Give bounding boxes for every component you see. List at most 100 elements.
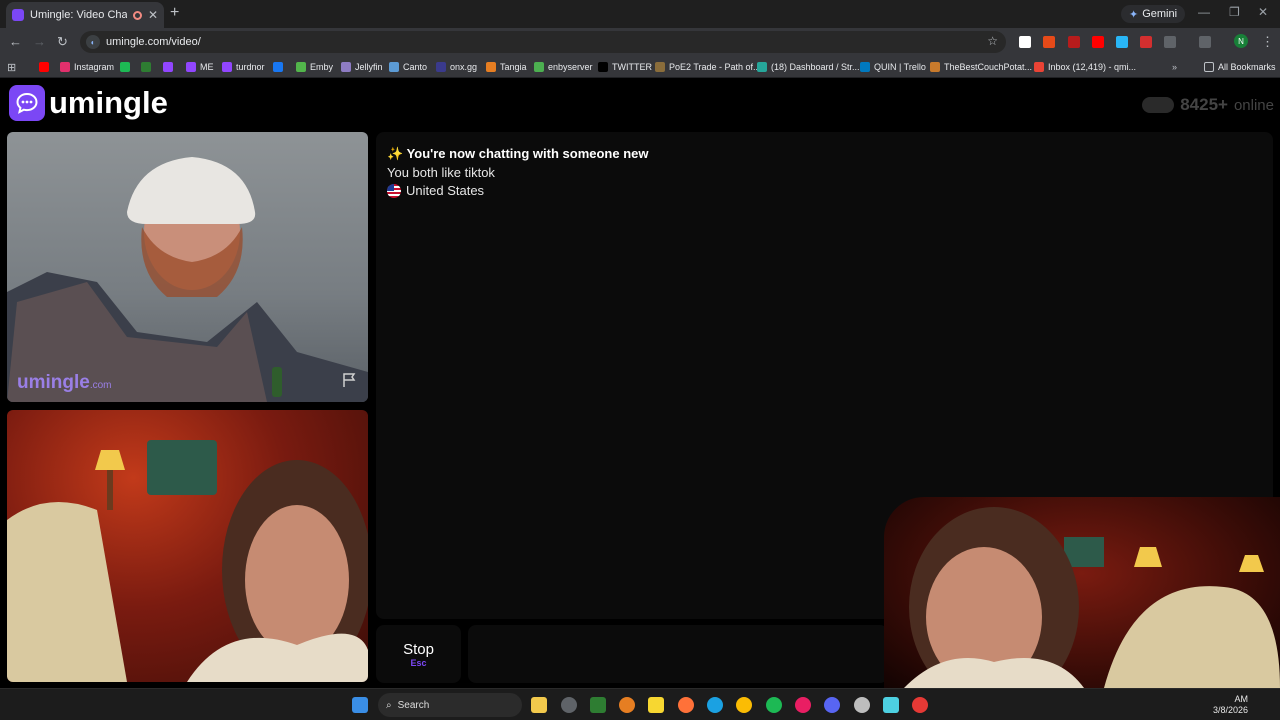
umingle-page: umingle 8425+ online umingle.com ✨ You'r… xyxy=(0,79,1280,688)
chrome-icon[interactable] xyxy=(736,697,752,713)
bookmark-item[interactable]: ME xyxy=(186,60,214,74)
online-label: online xyxy=(1233,96,1274,114)
bookmarks-overflow-icon[interactable]: » xyxy=(1172,60,1177,74)
brand-name: umingle xyxy=(49,85,168,120)
apps-grid-icon[interactable]: ⊞ xyxy=(7,60,16,74)
bookmark-favicon-icon xyxy=(60,62,70,72)
windows-start-icon[interactable] xyxy=(352,697,368,713)
browser-toolbar: ← → ↻ ◐ umingle.com/video/ ☆ ⋮ xyxy=(0,28,1280,56)
online-count: 8425+ xyxy=(1180,95,1228,114)
browser-tab[interactable]: Umingle: Video Chat with S ✕ xyxy=(6,2,164,28)
bookmark-favicon-icon xyxy=(389,62,399,72)
app-pink-icon[interactable] xyxy=(795,697,811,713)
side-panel-icon[interactable] xyxy=(1199,36,1211,48)
gemini-label: Gemini xyxy=(1142,8,1178,20)
app-orange-icon[interactable] xyxy=(619,697,635,713)
file-explorer-icon[interactable] xyxy=(531,697,547,713)
stop-label: Stop xyxy=(403,640,434,658)
spotify-icon[interactable] xyxy=(766,697,782,713)
bookmark-item[interactable]: Instagram xyxy=(60,60,114,74)
watermark-main: umingle xyxy=(17,372,90,393)
bookmark-item[interactable]: Canto xyxy=(389,60,427,74)
forward-icon[interactable]: → xyxy=(33,34,46,49)
taskbar-search[interactable]: ⌕ Search xyxy=(378,693,522,717)
bookmark-item[interactable]: onx.gg xyxy=(436,60,477,74)
bookmark-favicon-icon xyxy=(141,62,151,72)
extension-translate-icon[interactable] xyxy=(1116,36,1128,48)
notepad-icon[interactable] xyxy=(883,697,899,713)
edge-icon[interactable] xyxy=(707,697,723,713)
country-name: United States xyxy=(406,183,485,198)
online-counter: 8425+ online xyxy=(1142,95,1274,115)
minimize-icon[interactable]: — xyxy=(1198,5,1210,19)
bookmark-label: Jellyfin xyxy=(355,62,383,72)
restore-icon[interactable]: ❐ xyxy=(1229,5,1240,19)
bookmark-item[interactable]: Emby xyxy=(296,60,333,74)
bookmark-item[interactable] xyxy=(163,60,177,74)
stranger-country: United States xyxy=(387,183,484,198)
bookmark-label: Canto xyxy=(403,62,428,72)
app-red-icon[interactable] xyxy=(912,697,928,713)
extension-record-icon[interactable] xyxy=(1068,36,1080,48)
taskbar-clock[interactable]: AM 3/8/2026 xyxy=(1213,694,1248,716)
bookmark-label: Inbox (12,419) - qmi... xyxy=(1048,62,1137,72)
close-window-icon[interactable]: ✕ xyxy=(1258,5,1268,19)
bookmark-item[interactable]: TWITTER xyxy=(598,60,652,74)
new-tab-button[interactable]: + xyxy=(170,4,179,22)
bookmark-item[interactable]: Tangia xyxy=(486,60,527,74)
bookmark-item[interactable] xyxy=(120,60,134,74)
bookmark-favicon-icon xyxy=(296,62,306,72)
bookmark-item[interactable] xyxy=(141,60,155,74)
all-bookmarks-button[interactable]: All Bookmarks xyxy=(1204,60,1276,74)
stranger-video: umingle.com xyxy=(7,132,368,402)
media-app-icon[interactable] xyxy=(590,697,606,713)
bookmark-favicon-icon xyxy=(757,62,767,72)
bookmark-item[interactable]: Jellyfin xyxy=(341,60,383,74)
recording-indicator-icon xyxy=(132,10,142,20)
extension-fox-icon[interactable] xyxy=(1043,36,1055,48)
tab-close-icon[interactable]: ✕ xyxy=(148,8,158,22)
gemini-button[interactable]: ✦ Gemini xyxy=(1121,5,1186,23)
own-video xyxy=(7,410,368,682)
bookmark-item[interactable] xyxy=(273,60,287,74)
discord-icon[interactable] xyxy=(824,697,840,713)
extension-youtube-icon[interactable] xyxy=(1092,36,1104,48)
steam-icon[interactable] xyxy=(854,697,870,713)
umingle-logo[interactable]: umingle xyxy=(9,85,168,121)
bookmark-favicon-icon xyxy=(655,62,665,72)
back-icon[interactable]: ← xyxy=(9,34,22,49)
us-flag-icon xyxy=(387,183,401,198)
extension-red-icon[interactable] xyxy=(1140,36,1152,48)
online-toggle[interactable] xyxy=(1142,97,1175,113)
clock-time: AM xyxy=(1234,694,1249,704)
chrome-menu-icon[interactable]: ⋮ xyxy=(1261,34,1274,50)
gemini-spark-icon: ✦ xyxy=(1129,8,1139,21)
bookmark-star-icon[interactable]: ☆ xyxy=(987,34,998,48)
bookmark-item[interactable]: QUIN | Trello xyxy=(860,60,926,74)
extensions-puzzle-icon[interactable] xyxy=(1164,36,1176,48)
site-info-icon[interactable]: ◐ xyxy=(86,35,100,49)
address-bar[interactable]: ◐ umingle.com/video/ ☆ xyxy=(80,31,1006,53)
sticky-notes-icon[interactable] xyxy=(648,697,664,713)
chat-system-message: ✨ You're now chatting with someone new xyxy=(387,146,649,161)
clock-app-icon[interactable] xyxy=(561,697,577,713)
bookmark-item[interactable]: PoE2 Trade - Path of... xyxy=(655,60,761,74)
bookmark-item[interactable]: enbyserver xyxy=(534,60,593,74)
bookmark-item[interactable]: TheBestCouchPotat... xyxy=(930,60,1032,74)
message-input[interactable] xyxy=(468,625,888,683)
umingle-watermark: umingle.com xyxy=(17,372,112,394)
reload-icon[interactable]: ↻ xyxy=(57,34,68,50)
bookmark-item[interactable]: turdnor xyxy=(222,60,265,74)
report-flag-icon[interactable] xyxy=(342,372,358,392)
firefox-icon[interactable] xyxy=(678,697,694,713)
bookmark-item[interactable]: Inbox (12,419) - qmi... xyxy=(1034,60,1136,74)
profile-avatar[interactable]: N xyxy=(1234,34,1248,48)
bookmark-item[interactable] xyxy=(39,60,53,74)
bookmark-favicon-icon xyxy=(486,62,496,72)
own-video-frame xyxy=(7,440,368,682)
bookmarks-bar: ⊞ » All Bookmarks Instagram ME turdnor Emby… xyxy=(0,56,1280,78)
stop-button[interactable]: Stop Esc xyxy=(376,625,461,683)
clock-date: 3/8/2026 xyxy=(1212,705,1248,715)
bookmark-item[interactable]: (18) Dashboard / Str... xyxy=(757,60,860,74)
extension-k-icon[interactable] xyxy=(1019,36,1031,48)
